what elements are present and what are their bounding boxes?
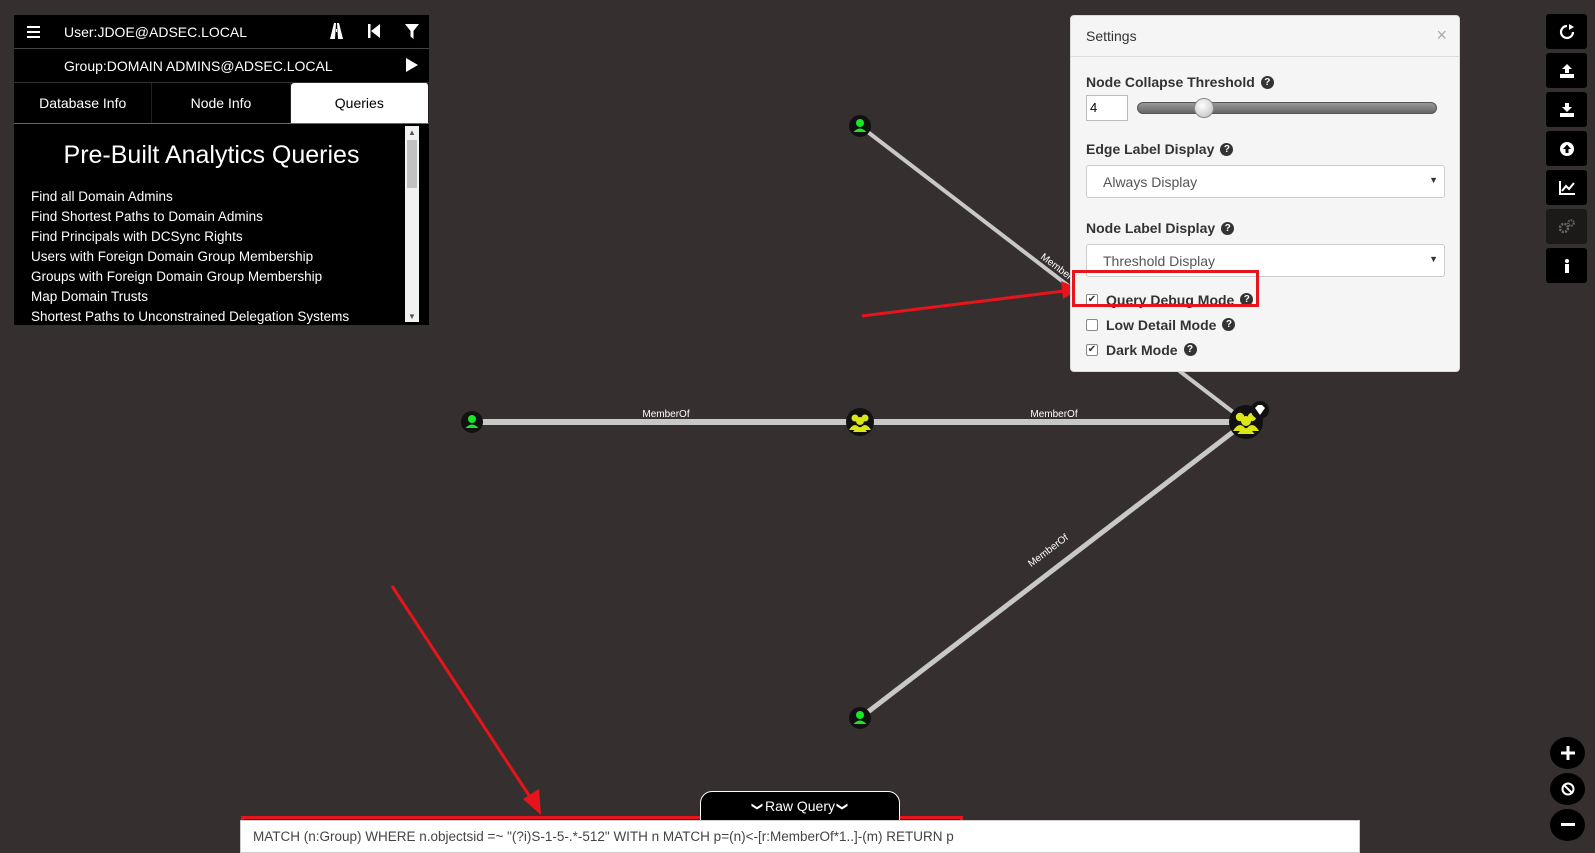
close-icon[interactable]: × <box>1436 25 1447 46</box>
raw-query-toggle-label: Raw Query <box>764 798 836 814</box>
start-node-row: User:JDOE@ADSEC.LOCAL <box>14 15 429 48</box>
queries-panel: Pre-Built Analytics Queries Find all Dom… <box>14 123 429 325</box>
raw-query-toggle[interactable]: ❯ Raw Query ❯ <box>700 791 900 821</box>
upload-icon[interactable] <box>1546 131 1587 166</box>
zoom-out-icon[interactable] <box>1550 809 1585 841</box>
start-node-search-input[interactable]: User:JDOE@ADSEC.LOCAL <box>64 24 247 40</box>
collapse-threshold-label: Node Collapse Threshold ? <box>1086 72 1444 92</box>
chevron-down-icon: ❯ <box>750 801 763 811</box>
slider-handle[interactable] <box>1193 98 1214 118</box>
end-node-search-input[interactable]: Group:DOMAIN ADMINS@ADSEC.LOCAL <box>64 58 333 74</box>
settings-panel: Settings × Node Collapse Threshold ? 4 E… <box>1070 15 1460 372</box>
raw-query-input[interactable]: MATCH (n:Group) WHERE n.objectsid =~ "(?… <box>240 820 1360 853</box>
help-icon[interactable]: ? <box>1222 318 1236 331</box>
highlight-box <box>1072 270 1259 307</box>
user-node[interactable] <box>849 115 871 137</box>
end-node-row: Group:DOMAIN ADMINS@ADSEC.LOCAL <box>14 49 429 82</box>
query-item[interactable]: Users with Foreign Domain Group Membersh… <box>31 247 429 267</box>
edge-label: MemberOf <box>1030 409 1077 420</box>
tab-node-info[interactable]: Node Info <box>152 83 291 123</box>
low-detail-mode-label: Low Detail Mode <box>1106 316 1217 333</box>
chart-icon[interactable] <box>1546 170 1587 205</box>
import-icon[interactable] <box>1546 92 1587 127</box>
help-icon[interactable]: ? <box>1260 75 1274 89</box>
zoom-controls <box>1550 737 1585 841</box>
chevron-down-icon: ❯ <box>836 801 849 811</box>
help-icon[interactable]: ? <box>1183 343 1197 356</box>
caret-down-icon: ▼ <box>1429 254 1438 264</box>
zoom-reset-icon[interactable] <box>1550 773 1585 805</box>
query-item[interactable]: Find all Domain Admins <box>31 187 429 207</box>
settings-header: Settings × <box>1071 16 1459 57</box>
user-node[interactable] <box>461 411 483 433</box>
dark-mode-label: Dark Mode <box>1106 341 1178 358</box>
export-icon[interactable] <box>1546 53 1587 88</box>
dark-mode-row[interactable]: ✔ Dark Mode ? <box>1086 337 1444 362</box>
query-item[interactable]: Find Principals with DCSync Rights <box>31 227 429 247</box>
pathfinding-road-icon[interactable] <box>327 22 345 40</box>
edge-label-display-label: Edge Label Display ? <box>1086 139 1444 159</box>
query-list-scrollbar[interactable]: ▲ ▼ <box>405 126 419 322</box>
scrollbar-thumb[interactable] <box>407 140 417 188</box>
low-detail-mode-row[interactable]: Low Detail Mode ? <box>1086 312 1444 337</box>
diamond-icon <box>1251 401 1269 419</box>
low-detail-mode-checkbox[interactable] <box>1086 318 1098 331</box>
tab-queries[interactable]: Queries <box>290 83 429 123</box>
edge-label-display-select[interactable]: Always Display ▼ <box>1086 165 1445 198</box>
edge-label: MemberOf <box>642 409 689 420</box>
caret-down-icon: ▼ <box>1429 175 1438 185</box>
node-label-display-label-text: Node Label Display <box>1086 220 1216 236</box>
query-item[interactable]: Find Shortest Paths to Domain Admins <box>31 207 429 227</box>
annotation-arrow <box>390 585 541 815</box>
edge-label-display-label-text: Edge Label Display <box>1086 141 1215 157</box>
user-node[interactable] <box>849 707 871 729</box>
scroll-down-icon[interactable]: ▼ <box>405 310 419 322</box>
query-item[interactable]: Shortest Paths to Unconstrained Delegati… <box>31 307 429 325</box>
help-icon[interactable]: ? <box>1220 142 1234 156</box>
tab-database-info[interactable]: Database Info <box>14 83 153 123</box>
right-toolbar <box>1546 14 1587 283</box>
settings-title: Settings <box>1086 28 1137 44</box>
settings-icon[interactable] <box>1546 209 1587 244</box>
annotation-arrow <box>861 281 1080 318</box>
refresh-icon[interactable] <box>1546 14 1587 49</box>
collapse-threshold-input[interactable]: 4 <box>1086 95 1128 121</box>
node-label-display-label: Node Label Display ? <box>1086 218 1444 238</box>
back-step-icon[interactable] <box>365 22 383 40</box>
dark-mode-checkbox[interactable]: ✔ <box>1086 343 1098 356</box>
graph-edge[interactable] <box>858 420 1248 720</box>
info-icon[interactable] <box>1546 248 1587 283</box>
tab-bar: Database Info Node Info Queries <box>14 82 429 123</box>
queries-title: Pre-Built Analytics Queries <box>63 141 360 169</box>
group-node[interactable] <box>846 408 874 436</box>
collapse-threshold-slider[interactable] <box>1137 98 1437 118</box>
search-panel: User:JDOE@ADSEC.LOCAL Group:DOMAIN ADMIN… <box>14 15 429 325</box>
help-icon[interactable]: ? <box>1221 221 1235 235</box>
query-item[interactable]: Map Domain Trusts <box>31 287 429 307</box>
zoom-in-icon[interactable] <box>1550 737 1585 769</box>
scroll-up-icon[interactable]: ▲ <box>405 126 419 138</box>
filter-icon[interactable] <box>403 22 421 40</box>
domain-admins-group-node[interactable] <box>1229 401 1269 439</box>
play-icon[interactable] <box>403 56 421 74</box>
query-list: Find all Domain Admins Find Shortest Pat… <box>14 187 429 325</box>
collapse-threshold-label-text: Node Collapse Threshold <box>1086 74 1255 90</box>
menu-icon[interactable] <box>14 15 52 48</box>
query-item[interactable]: Groups with Foreign Domain Group Members… <box>31 267 429 287</box>
edge-label-display-value: Always Display <box>1103 173 1198 190</box>
node-label-display-value: Threshold Display <box>1103 252 1216 269</box>
